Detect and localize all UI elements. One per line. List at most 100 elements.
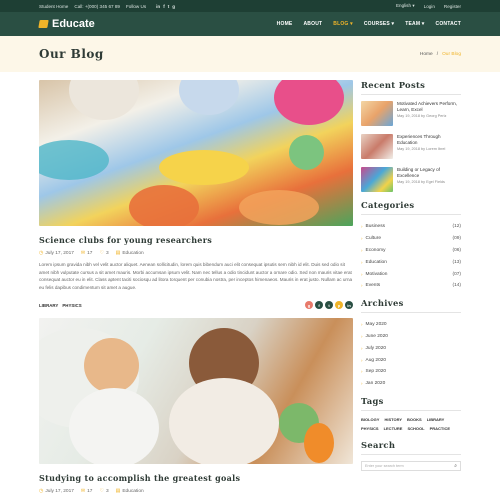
post-date: July 17, 2017: [45, 488, 74, 494]
call-text: Call: +(000) 345 67 89: [74, 3, 120, 9]
twitter-icon[interactable]: t: [168, 4, 170, 9]
archives-title: Archives: [361, 297, 404, 308]
tag-link[interactable]: PRACTICE: [430, 426, 450, 431]
archive-item[interactable]: › June 2020: [361, 331, 461, 343]
tag-link[interactable]: LIBRARY: [427, 417, 445, 422]
recent-post[interactable]: Building or Legacy of Excellence May 19,…: [361, 167, 461, 192]
search-input[interactable]: Enter your search term ⌕: [361, 460, 461, 471]
breadcrumb-separator: /: [436, 51, 439, 57]
category-item[interactable]: › Education (13): [361, 256, 461, 268]
archive-item[interactable]: › May 2020: [361, 319, 461, 331]
heart-icon: ♡: [99, 250, 104, 256]
recent-post-thumbnail[interactable]: [361, 101, 393, 126]
tag-cloud: BIOLOGY HISTORY BOOKS LIBRARY PHYSICS LE…: [361, 417, 461, 431]
recent-post-date: May 19, 2018 by Lorem Ibrel: [397, 147, 446, 152]
tag-link[interactable]: PHYSICS: [361, 426, 379, 431]
archive-item[interactable]: › Jan 2020: [361, 378, 461, 390]
categories-title: Categories: [361, 200, 415, 210]
sidebar: Recent Posts Motivated Achievers Perform…: [361, 80, 461, 471]
blog-post: Science clubs for young researchers ◷ Jul…: [39, 80, 353, 310]
recent-post-thumbnail[interactable]: [361, 134, 393, 159]
recent-post-date: May 19, 2018 by Egel Fields: [397, 180, 445, 185]
breadcrumb: Home / Our Blog: [420, 52, 461, 57]
category-item[interactable]: › Motivation (07): [361, 268, 461, 280]
post-footer: LIBRARY PHYSICS g f t p in: [39, 301, 353, 310]
recent-post-date: May 19, 2018 by Georg Perlz: [397, 114, 447, 119]
google-icon[interactable]: g: [172, 4, 175, 9]
post-category[interactable]: Education: [122, 251, 143, 256]
pinterest-share-icon[interactable]: p: [335, 301, 343, 310]
twitter-share-icon[interactable]: t: [325, 301, 333, 310]
archives-list: › May 2020 › June 2020 › July 2020 › Aug 202…: [361, 319, 461, 390]
linkedin-share-icon[interactable]: in: [345, 301, 353, 310]
post-title[interactable]: Science clubs for young researchers: [39, 235, 353, 245]
category-item[interactable]: › Business (12): [361, 221, 461, 233]
post-image[interactable]: [39, 318, 353, 465]
post-likes: 3: [105, 250, 109, 256]
tag-link[interactable]: BOOKS: [407, 417, 422, 422]
page-title-band: Our Blog Home / Our Blog: [0, 36, 500, 72]
login-link[interactable]: Login: [424, 4, 435, 9]
comment-icon: ✉: [80, 488, 86, 495]
search-icon[interactable]: ⌕: [454, 463, 457, 469]
post-tag[interactable]: LIBRARY: [39, 303, 58, 308]
tag-link[interactable]: SCHOOL: [407, 426, 424, 431]
nav-courses[interactable]: COURSES ▾: [364, 21, 394, 27]
divider: [361, 453, 461, 455]
calendar-icon: ◷: [39, 488, 44, 495]
breadcrumb-current: Our Blog: [442, 51, 461, 57]
archive-item[interactable]: › July 2020: [361, 342, 461, 354]
google-share-icon[interactable]: g: [305, 301, 313, 310]
site-logo[interactable]: Educate: [38, 18, 95, 30]
chevron-right-icon: ›: [361, 283, 363, 289]
folder-icon: ▤: [115, 488, 121, 495]
post-comments: 17: [87, 488, 93, 494]
divider: [361, 94, 461, 95]
divider: [361, 311, 461, 313]
breadcrumb-home[interactable]: Home: [420, 52, 433, 57]
chevron-right-icon: ›: [361, 357, 363, 363]
chevron-right-icon: ›: [361, 345, 363, 351]
recent-post-title[interactable]: Experiences Through Education: [397, 134, 461, 145]
post-title[interactable]: Studying to accomplish the greatest goal…: [39, 473, 353, 483]
register-link[interactable]: Register: [444, 4, 461, 9]
facebook-icon[interactable]: f: [163, 4, 165, 9]
post-comments: 17: [87, 250, 93, 256]
nav-team[interactable]: TEAM ▾: [405, 21, 424, 27]
recent-post[interactable]: Experiences Through Education May 19, 20…: [361, 134, 461, 159]
linkedin-icon[interactable]: in: [156, 4, 160, 9]
category-item[interactable]: › Events (14): [361, 280, 461, 292]
language-select[interactable]: English ▾: [396, 3, 415, 9]
nav-home[interactable]: HOME: [277, 21, 293, 27]
post-tag[interactable]: PHYSICS: [62, 303, 81, 308]
archive-item[interactable]: › Aug 2020: [361, 354, 461, 366]
chevron-right-icon: ›: [361, 381, 363, 387]
tag-link[interactable]: HISTORY: [384, 417, 402, 422]
top-bar: Student Home Call: +(000) 345 67 89 Foll…: [0, 0, 500, 12]
tags-title: Tags: [361, 395, 384, 406]
post-category[interactable]: Education: [122, 489, 143, 494]
recent-post-title[interactable]: Motivated Achievers Perform, Learn, Exce…: [397, 101, 461, 112]
chevron-right-icon: ›: [361, 271, 363, 277]
recent-post-title[interactable]: Building or Legacy of Excellence: [397, 167, 461, 178]
follow-text: Follow Us: [125, 3, 147, 9]
post-image[interactable]: [39, 80, 353, 226]
archive-item[interactable]: › Sep 2020: [361, 366, 461, 378]
social-links: in f t g: [156, 4, 175, 9]
post-date: July 17, 2017: [45, 250, 74, 256]
recent-post-thumbnail[interactable]: [361, 167, 393, 192]
recent-post[interactable]: Motivated Achievers Perform, Learn, Exce…: [361, 101, 461, 126]
chevron-right-icon: ›: [361, 236, 363, 242]
chevron-right-icon: ›: [361, 322, 363, 328]
heart-icon: ♡: [99, 488, 104, 495]
nav-about[interactable]: ABOUT: [303, 21, 322, 27]
category-item[interactable]: › Culture (09): [361, 233, 461, 245]
tag-link[interactable]: BIOLOGY: [361, 417, 379, 422]
nav-blog[interactable]: BLOG ▾: [333, 21, 353, 27]
nav-contact[interactable]: CONTACT: [436, 21, 461, 27]
category-item[interactable]: › Economy (06): [361, 245, 461, 257]
student-home-link[interactable]: Student Home: [39, 4, 68, 9]
facebook-share-icon[interactable]: f: [315, 301, 323, 310]
tag-link[interactable]: LECTURE: [384, 426, 403, 431]
blog-post: Studying to accomplish the greatest goal…: [39, 318, 353, 494]
